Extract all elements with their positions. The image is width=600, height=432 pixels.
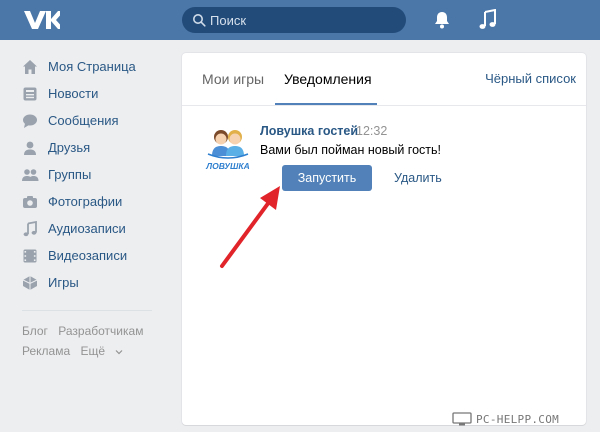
footer-link-ads[interactable]: Реклама: [22, 344, 70, 358]
sidebar-item-news[interactable]: Новости: [18, 80, 178, 107]
tab-notifications[interactable]: Уведомления: [284, 71, 372, 87]
sidebar-item-label: Друзья: [48, 140, 91, 155]
audio-icon: [21, 220, 39, 238]
watermark: PC-HELPP.COM: [452, 410, 559, 428]
home-icon: [21, 58, 39, 76]
bell-icon[interactable]: [432, 10, 452, 30]
blacklist-link[interactable]: Чёрный список: [485, 71, 576, 86]
groups-icon: [21, 166, 39, 184]
messages-icon: [21, 112, 39, 130]
camera-icon: [21, 193, 39, 211]
news-icon: [21, 85, 39, 103]
footer-link-more[interactable]: Ещё: [80, 344, 123, 358]
sidebar-item-label: Фотографии: [48, 194, 123, 209]
tab-my-games[interactable]: Мои игры: [202, 71, 264, 87]
search-box[interactable]: [182, 7, 406, 33]
video-icon: [21, 247, 39, 265]
sidebar-item-friends[interactable]: Друзья: [18, 134, 178, 161]
tab-bar: Мои игры Уведомления Чёрный список: [182, 53, 586, 106]
app-name-link[interactable]: Ловушка гостей: [260, 124, 358, 138]
sidebar-footer: Блог Разработчикам Реклама Ещё: [18, 321, 178, 361]
search-input[interactable]: [210, 7, 400, 33]
footer-link-blog[interactable]: Блог: [22, 324, 48, 338]
annotation-arrow: [220, 186, 280, 268]
friend-icon: [21, 139, 39, 157]
sidebar-item-video[interactable]: Видеозаписи: [18, 242, 178, 269]
footer-more-label: Ещё: [80, 344, 106, 358]
sidebar-item-label: Группы: [48, 167, 92, 182]
music-note-icon[interactable]: [478, 9, 498, 31]
app-icon-caption: ЛОВУШКА: [206, 161, 250, 171]
notification-time: 12:32: [356, 124, 388, 138]
sidebar-item-label: Моя Страница: [48, 59, 136, 74]
chevron-down-icon: [115, 350, 123, 355]
games-icon: [21, 274, 39, 292]
top-bar: [0, 0, 600, 40]
sidebar-item-label: Аудиозаписи: [48, 221, 126, 236]
monitor-icon: [452, 412, 472, 426]
delete-link[interactable]: Удалить: [394, 171, 442, 185]
active-tab-indicator: [275, 103, 377, 105]
sidebar-item-photos[interactable]: Фотографии: [18, 188, 178, 215]
sidebar-item-label: Сообщения: [48, 113, 119, 128]
vk-logo-icon[interactable]: [22, 8, 60, 32]
sidebar-item-audio[interactable]: Аудиозаписи: [18, 215, 178, 242]
sidebar-item-label: Игры: [48, 275, 79, 290]
sidebar-divider: [22, 310, 152, 311]
sidebar-item-my-page[interactable]: Моя Страница: [18, 53, 178, 80]
sidebar: Моя Страница Новости Сообщения Друзья Гр…: [18, 53, 178, 361]
sidebar-item-label: Видеозаписи: [48, 248, 128, 263]
sidebar-item-groups[interactable]: Группы: [18, 161, 178, 188]
notification-message: Вами был пойман новый гость!: [260, 143, 442, 157]
search-icon: [193, 14, 206, 27]
sidebar-item-games[interactable]: Игры: [18, 269, 178, 296]
watermark-text: PC-HELPP.COM: [476, 412, 560, 426]
sidebar-item-label: Новости: [48, 86, 99, 101]
footer-link-developers[interactable]: Разработчикам: [58, 324, 143, 338]
sidebar-item-messages[interactable]: Сообщения: [18, 107, 178, 134]
